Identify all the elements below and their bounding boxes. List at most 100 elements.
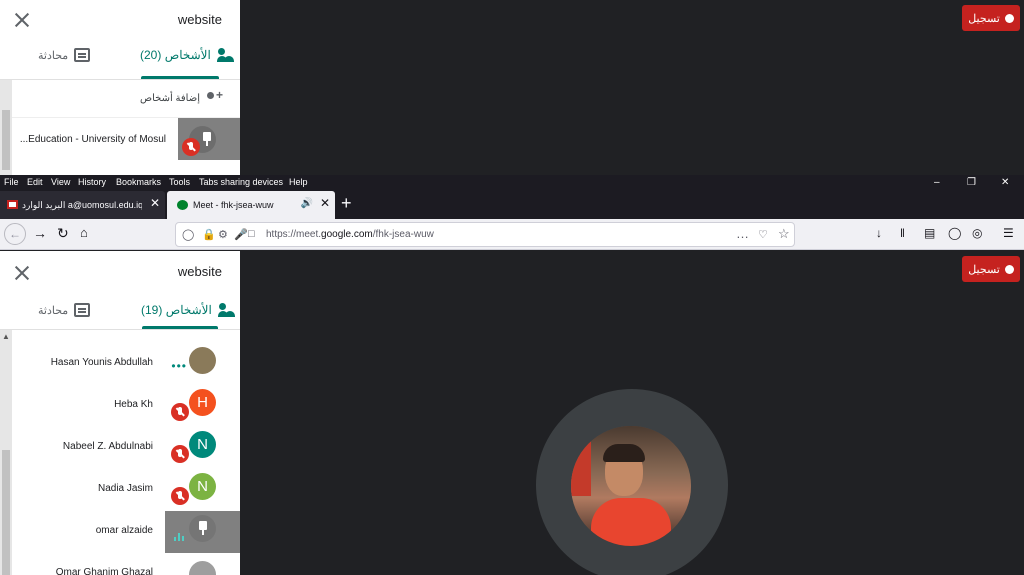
menu-tabs-sharing[interactable]: Tabs sharing devices [199,177,283,187]
forward-icon[interactable]: → [33,225,47,241]
participant-row[interactable]: ...Education - University of Mosul [12,118,240,160]
tab-underline [141,76,219,79]
speaker-icon[interactable]: 🔊 [301,198,313,209]
record-button[interactable]: تسجيل [962,256,1020,282]
record-button[interactable]: تسجيل [962,5,1020,31]
menu-file[interactable]: File [4,177,19,187]
url-prefix: https://meet. [266,229,322,240]
navigation-bar: ← → ↻ ⌂ ◯ 🔒 ⚙ 🎤 □ https://meet.google.co… [0,219,1024,250]
scrollbar[interactable]: ▲ [0,330,12,575]
close-icon[interactable] [14,12,30,28]
screen-share-icon[interactable]: □ [248,228,255,240]
participant-name: Hasan Younis Abdullah [50,357,153,368]
close-tab-icon[interactable]: ✕ [320,196,330,210]
menu-history[interactable]: History [78,177,106,187]
menu-bookmarks[interactable]: Bookmarks [116,177,161,187]
participant-row[interactable]: Nadia Jasim N [12,469,240,511]
pin-icon[interactable] [200,132,214,146]
menu-view[interactable]: View [51,177,70,187]
tab-people[interactable]: الأشخاص (20) [140,48,235,62]
scrollbar[interactable] [0,80,12,175]
close-window-icon[interactable]: ✕ [1001,177,1009,188]
home-icon[interactable]: ⌂ [80,225,88,240]
mic-off-icon [182,138,200,156]
url-bar[interactable]: ◯ 🔒 ⚙ 🎤 □ https://meet.google.com/fhk-js… [175,222,795,247]
account-icon[interactable]: ◯ [948,226,961,240]
audio-level-icon [174,531,188,541]
speaker-tile[interactable] [536,389,728,575]
chat-icon [74,303,91,317]
people-icon [217,303,236,317]
tab-chat[interactable]: محادثة [38,303,91,317]
panel-header: website [0,0,240,40]
pin-icon[interactable] [196,521,210,535]
more-icon[interactable]: … [736,226,749,241]
participant-name: ...Education - University of Mosul [19,134,166,145]
photo-shirt [591,498,671,546]
top-people-panel: website الأشخاص (20) محادثة إضافة أشخاص … [0,0,240,175]
tab-meet-title: Meet - fhk-jsea-wuw [193,200,274,210]
panel-title: website [177,12,222,27]
avatar: N [189,431,216,458]
mic-off-icon [171,487,189,505]
tab-chat-label: محادثة [38,304,69,317]
close-icon[interactable] [14,265,30,281]
minimize-icon[interactable]: – [934,177,940,188]
back-icon[interactable]: ← [4,223,26,245]
panel-title: website [177,264,222,279]
menu-tools[interactable]: Tools [169,177,190,187]
record-dot-icon [1004,13,1014,23]
permissions-icon[interactable]: ⚙ [218,228,228,241]
participant-row[interactable]: Omar Ghanim Ghazal [12,553,240,575]
library-icon[interactable]: ‖ [900,226,905,240]
add-person-icon [204,88,223,106]
lock-icon[interactable]: 🔒 [202,228,216,241]
tab-underline [142,326,218,329]
mic-off-icon [171,445,189,463]
menu-edit[interactable]: Edit [27,177,43,187]
reload-icon[interactable]: ↻ [57,225,69,242]
menu-hamburger-icon[interactable]: ☰ [1003,226,1014,240]
new-tab-icon[interactable]: + [341,193,352,214]
sidebar-icon[interactable]: ▤ [924,226,935,240]
menu-help[interactable]: Help [289,177,308,187]
photo-hair [603,444,645,462]
tab-chat[interactable]: محادثة [38,48,91,62]
bookmark-star-icon[interactable]: ☆ [778,226,790,242]
bottom-people-panel: website الأشخاص (19) محادثة ▲ Hasan Youn… [0,251,240,575]
record-label: تسجيل [968,12,1000,25]
record-dot-icon [1004,264,1014,274]
tab-chat-label: محادثة [38,49,69,62]
mic-off-icon [171,403,189,421]
scrollbar-thumb[interactable] [2,450,10,575]
scrollbar-thumb[interactable] [2,110,10,170]
pocket-icon[interactable]: ♡ [758,228,768,241]
speaker-photo [571,426,691,546]
chat-icon [74,48,91,62]
participant-row[interactable]: Nabeel Z. Abdulnabi N [12,427,240,469]
restore-icon[interactable]: ❐ [967,177,976,188]
tab-people[interactable]: الأشخاص (19) [141,303,236,317]
download-icon[interactable]: ↓ [876,226,882,240]
tab-people-label: الأشخاص (19) [141,303,212,317]
tab-bar: البريد الوارد a@uomosul.edu.iq ✕ Meet - … [0,191,1024,219]
participant-row[interactable]: omar alzaide [12,511,240,553]
close-tab-icon[interactable]: ✕ [150,196,160,210]
shield-icon[interactable]: ◯ [182,228,194,241]
panel-tabs: الأشخاص (19) محادثة [0,292,240,330]
tab-gmail[interactable]: البريد الوارد a@uomosul.edu.iq ✕ [0,191,165,219]
screen: website الأشخاص (20) محادثة إضافة أشخاص … [0,0,1024,575]
extension-icon[interactable]: ◎ [972,226,982,240]
url-domain: google.com [321,229,373,240]
participant-row[interactable]: Heba Kh H [12,385,240,427]
participant-name: Nabeel Z. Abdulnabi [62,441,153,452]
add-people-row[interactable]: إضافة أشخاص [12,80,240,118]
tab-meet[interactable]: Meet - fhk-jsea-wuw 🔊 ✕ [167,191,335,219]
gmail-icon [7,200,18,209]
menu-bar: File Edit View History Bookmarks Tools T… [0,175,1024,191]
participant-name: Omar Ghanim Ghazal [55,567,153,575]
participant-row[interactable]: Hasan Younis Abdullah ••• [12,343,240,385]
scroll-up-icon[interactable]: ▲ [2,332,10,341]
microphone-icon[interactable]: 🎤 [234,228,248,241]
avatar: H [189,389,216,416]
